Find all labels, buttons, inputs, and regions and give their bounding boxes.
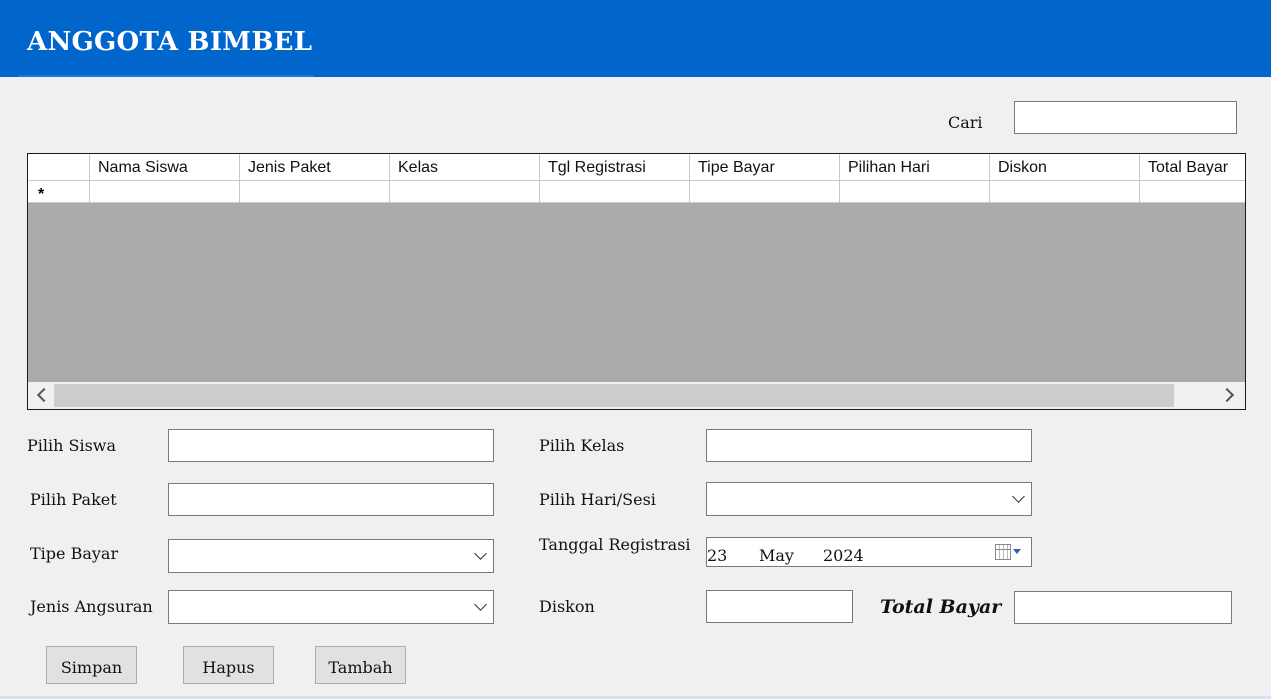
hapus-button[interactable]: Hapus bbox=[183, 646, 274, 684]
chevron-down-icon[interactable] bbox=[474, 547, 487, 560]
search-input[interactable] bbox=[1014, 101, 1237, 134]
col-header-tgl-registrasi[interactable]: Tgl Registrasi bbox=[540, 154, 690, 181]
chevron-down-icon[interactable] bbox=[1012, 490, 1025, 503]
chevron-down-icon[interactable] bbox=[474, 598, 487, 611]
table-header: Nama Siswa Jenis Paket Kelas Tgl Registr… bbox=[28, 154, 1245, 181]
tipe-bayar-select[interactable] bbox=[168, 539, 494, 573]
tanggal-registrasi-datepicker[interactable]: 23 May 2024 bbox=[706, 537, 1032, 567]
table-cell[interactable] bbox=[240, 181, 390, 203]
table-cell[interactable] bbox=[840, 181, 990, 203]
table-cell[interactable] bbox=[690, 181, 840, 203]
jenis-angsuran-label: Jenis Angsuran bbox=[30, 597, 153, 616]
col-header-pilihan-hari[interactable]: Pilihan Hari bbox=[840, 154, 990, 181]
col-header-tipe-bayar[interactable]: Tipe Bayar bbox=[690, 154, 840, 181]
tipe-bayar-label: Tipe Bayar bbox=[30, 544, 119, 563]
scrollbar-thumb[interactable] bbox=[54, 384, 1174, 407]
col-header-total-bayar[interactable]: Total Bayar bbox=[1140, 154, 1245, 181]
pilih-paket-input[interactable] bbox=[168, 483, 494, 516]
simpan-button[interactable]: Simpan bbox=[46, 646, 137, 684]
date-day[interactable]: 23 bbox=[707, 546, 727, 565]
pilih-siswa-input[interactable] bbox=[168, 429, 494, 462]
members-table[interactable]: Nama Siswa Jenis Paket Kelas Tgl Registr… bbox=[27, 153, 1246, 410]
new-row-marker: * bbox=[28, 181, 90, 203]
table-cell[interactable] bbox=[390, 181, 540, 203]
table-cell[interactable] bbox=[540, 181, 690, 203]
page-title: ANGGOTA BIMBEL bbox=[27, 27, 313, 57]
table-cell[interactable] bbox=[1140, 181, 1245, 203]
row-header-corner bbox=[28, 154, 90, 181]
total-bayar-label: Total Bayar bbox=[880, 596, 1002, 618]
chevron-down-icon[interactable] bbox=[1013, 549, 1021, 554]
search-label: Cari bbox=[948, 113, 983, 132]
horizontal-scrollbar[interactable] bbox=[28, 382, 1245, 409]
table-row-new[interactable]: * bbox=[28, 181, 1245, 203]
col-header-nama-siswa[interactable]: Nama Siswa bbox=[90, 154, 240, 181]
pilih-hari-sesi-label: Pilih Hari/Sesi bbox=[539, 490, 656, 509]
pilih-kelas-input[interactable] bbox=[706, 429, 1032, 462]
col-header-jenis-paket[interactable]: Jenis Paket bbox=[240, 154, 390, 181]
pilih-hari-sesi-select[interactable] bbox=[706, 482, 1032, 516]
chevron-left-icon[interactable] bbox=[36, 387, 52, 403]
tambah-button[interactable]: Tambah bbox=[315, 646, 406, 684]
tanggal-registrasi-label: Tanggal Registrasi bbox=[539, 535, 691, 554]
table-cell[interactable] bbox=[990, 181, 1140, 203]
diskon-label: Diskon bbox=[539, 597, 595, 616]
diskon-input[interactable] bbox=[706, 590, 853, 623]
pilih-kelas-label: Pilih Kelas bbox=[539, 436, 625, 455]
col-header-diskon[interactable]: Diskon bbox=[990, 154, 1140, 181]
title-bar: ANGGOTA BIMBEL bbox=[0, 0, 1271, 77]
date-year[interactable]: 2024 bbox=[823, 546, 864, 565]
date-month[interactable]: May bbox=[759, 546, 794, 565]
title-underline bbox=[18, 75, 314, 77]
jenis-angsuran-select[interactable] bbox=[168, 590, 494, 624]
col-header-kelas[interactable]: Kelas bbox=[390, 154, 540, 181]
total-bayar-input[interactable] bbox=[1014, 591, 1232, 624]
pilih-siswa-label: Pilih Siswa bbox=[27, 436, 117, 455]
pilih-paket-label: Pilih Paket bbox=[30, 490, 117, 509]
chevron-right-icon[interactable] bbox=[1219, 387, 1235, 403]
table-cell[interactable] bbox=[90, 181, 240, 203]
calendar-icon[interactable] bbox=[995, 544, 1011, 560]
